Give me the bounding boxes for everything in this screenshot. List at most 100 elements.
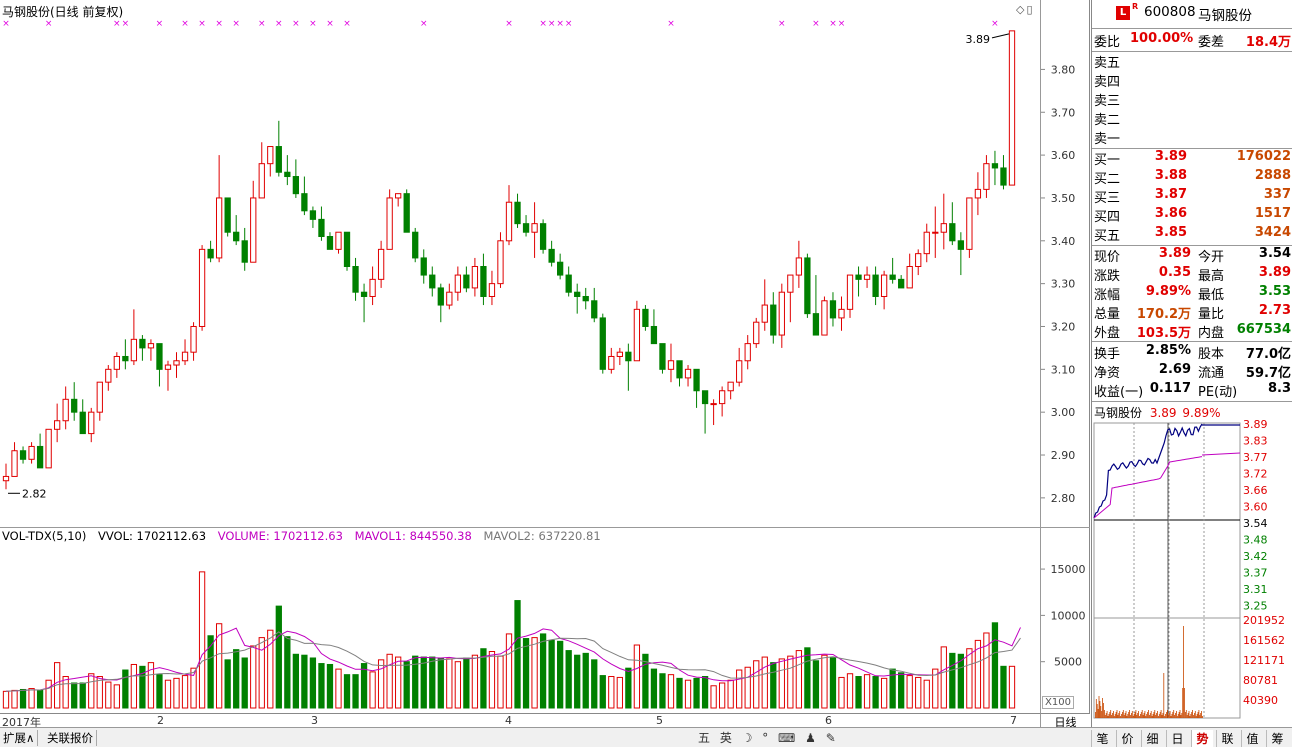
candle-body: [233, 231, 240, 242]
candle-body: [429, 274, 436, 289]
intraday-volume-bar: [1119, 711, 1121, 718]
volume-bar: [2, 690, 10, 709]
buy-level-volume: 337: [1263, 187, 1291, 202]
intraday-volume-bar: [1144, 711, 1146, 718]
intraday-volume-bar: [1149, 715, 1150, 718]
candle-body: [727, 381, 734, 392]
intraday-volume-bar: [1142, 715, 1144, 718]
candle-body: [2, 475, 10, 482]
intraday-volume-bar: [1110, 710, 1112, 718]
candle-body: [377, 248, 385, 280]
intraday-volume-bar: [1106, 711, 1108, 718]
volume-bar: [377, 659, 385, 709]
intraday-volume-bar: [1160, 710, 1162, 718]
intraday-volume-bar: [1158, 716, 1159, 718]
volume-bar: [386, 653, 393, 709]
intraday-price-label: 3.77: [1243, 451, 1268, 464]
candle-body: [522, 223, 530, 233]
fundamental-label: 股本: [1198, 347, 1225, 362]
volume-bar: [88, 673, 95, 709]
candle-body: [437, 287, 444, 306]
intraday-price-label: 3.37: [1243, 567, 1268, 580]
price-axis-label: 3.00: [1051, 406, 1076, 419]
quote-label: 最低: [1198, 288, 1225, 303]
intraday-chart[interactable]: 3.89 3.83 3.77 3.72 3.66 3.60 3.54 3.48 3.42 3.37…: [1092, 418, 1292, 724]
volume-bar: [923, 679, 930, 709]
quote-value: 3.53: [1258, 284, 1291, 299]
intraday-volume-bar: [1194, 711, 1196, 718]
intraday-volume-bar: [1149, 713, 1151, 718]
buy-level-volume: 2888: [1254, 168, 1291, 183]
candle-body: [36, 445, 44, 469]
candle-body: [974, 188, 982, 199]
intraday-volume-bar: [1141, 710, 1143, 718]
panel-tab-2[interactable]: 细: [1141, 730, 1163, 747]
volume-bar: [173, 677, 180, 709]
candle-body: [471, 266, 479, 289]
sell-level-2: 卖二: [1094, 109, 1291, 128]
volume-axis-label: 5000: [1054, 656, 1082, 669]
sell-level-1: 卖一: [1094, 128, 1291, 147]
panel-tab-7[interactable]: 筹: [1266, 730, 1288, 747]
volume-bar: [360, 663, 368, 709]
intraday-volume-bar: [1140, 712, 1142, 718]
intraday-volume-bar: [1191, 712, 1193, 718]
candle-body: [301, 193, 308, 212]
panel-tab-3[interactable]: 日: [1166, 730, 1188, 747]
window-controls[interactable]: ◇▯: [1016, 3, 1035, 16]
intraday-volume-bar: [1179, 710, 1181, 718]
intraday-volume-bar: [1184, 688, 1185, 718]
expand-tab[interactable]: 扩展∧: [0, 730, 39, 746]
intraday-volume-bar: [1104, 715, 1106, 718]
price-axis-label: 2.90: [1051, 449, 1076, 462]
volume-bar: [855, 676, 862, 709]
intraday-volume-bar: [1176, 711, 1177, 718]
intraday-volume-bar: [1122, 710, 1124, 718]
volume-bar: [906, 675, 913, 709]
quote-value: 3.89: [1258, 265, 1291, 280]
bottom-toolbar: 扩展∧ 关联报价 五 英 ☽ ° ⌨ ♟ ✎ 笔价细日势联值筹: [0, 727, 1292, 747]
volume-bar: [787, 655, 794, 709]
period-label[interactable]: 日线: [1040, 713, 1090, 729]
intraday-volume-bar: [1131, 713, 1132, 718]
candle-body: [889, 274, 896, 280]
related-quotes-tab[interactable]: 关联报价: [44, 730, 97, 746]
sell-level-label: 卖三: [1094, 94, 1121, 109]
panel-tab-6[interactable]: 值: [1241, 730, 1263, 747]
volume-axis-label: 10000: [1051, 609, 1086, 622]
panel-tab-1[interactable]: 价: [1116, 730, 1138, 747]
intraday-price-label: 3.72: [1243, 468, 1268, 481]
buy-level-volume: 176022: [1236, 149, 1291, 164]
price-axis-label: 3.80: [1051, 63, 1076, 76]
fundamental-label: 净资: [1094, 366, 1121, 381]
candlestick-chart[interactable]: 3.80 3.70 3.60 3.50 3.40 3.30 3.20 3.10 3.00 2.90…: [0, 0, 1090, 713]
panel-tab-0[interactable]: 笔: [1091, 730, 1113, 747]
volume-bar: [45, 679, 52, 709]
vvol-value: VVOL: 1702112.63: [98, 529, 207, 543]
intraday-volume-bar: [1196, 714, 1198, 718]
quote-value: 3.89: [1158, 246, 1191, 261]
sell-level-3: 卖三: [1094, 90, 1291, 109]
panel-tab-5[interactable]: 联: [1216, 730, 1238, 747]
candle-body: [1008, 30, 1016, 186]
panel-tab-4[interactable]: 势: [1191, 730, 1213, 747]
candle-body: [11, 450, 18, 477]
intraday-volume-bar: [1100, 706, 1102, 718]
volume-bar: [838, 676, 845, 709]
intraday-volume-bar: [1123, 715, 1125, 718]
candle-body: [548, 248, 555, 263]
price-axis-label: 3.40: [1051, 235, 1076, 248]
intraday-volume-bar: [1126, 716, 1128, 718]
kline-chart-panel[interactable]: 3.80 3.70 3.60 3.50 3.40 3.30 3.20 3.10 3.00 2.90…: [0, 0, 1090, 713]
volume-bar: [343, 674, 351, 709]
signal-marker: ×: [565, 19, 573, 29]
intraday-price-label: 3.31: [1243, 583, 1268, 596]
volume-bar: [940, 646, 947, 709]
buy-level-label: 买二: [1094, 172, 1121, 187]
ime-toolbar[interactable]: 五 英 ☽ ° ⌨ ♟ ✎: [698, 729, 839, 746]
volume-bar: [795, 650, 803, 709]
sell-level-4: 卖四: [1094, 71, 1291, 90]
fundamental-row: 换手 2.85% 股本 77.0亿: [1094, 343, 1291, 362]
candle-body: [770, 304, 777, 336]
intraday-volume-bar: [1168, 713, 1170, 718]
